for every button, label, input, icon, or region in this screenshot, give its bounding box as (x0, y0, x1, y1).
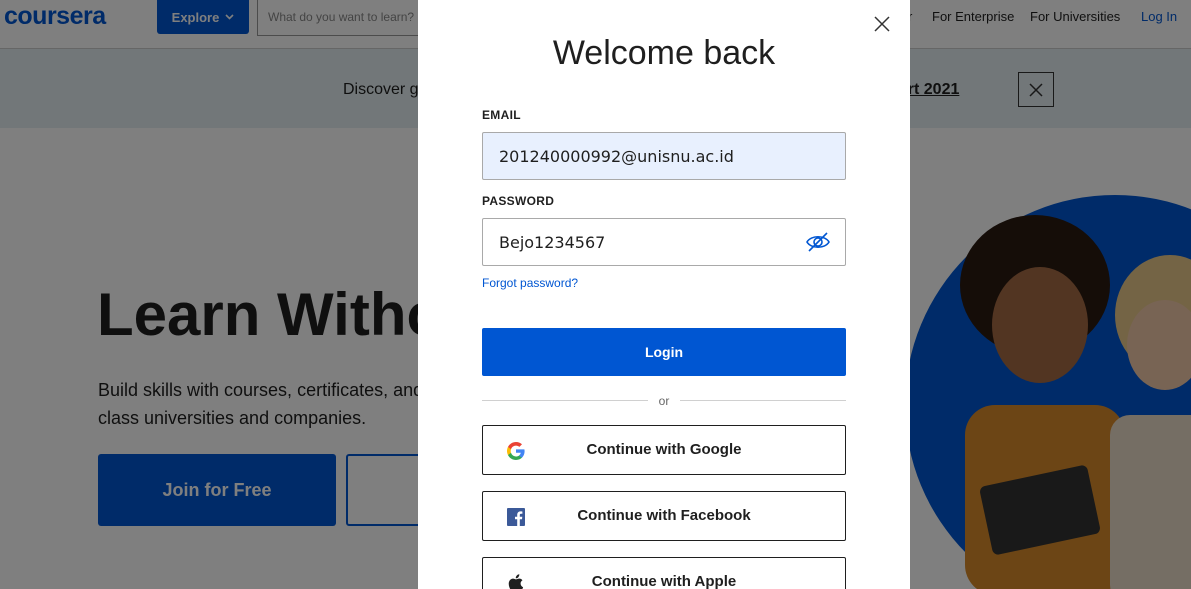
continue-with-google-button[interactable]: Continue with Google (482, 425, 846, 475)
eye-slash-icon[interactable] (805, 229, 831, 255)
apple-button-label: Continue with Apple (591, 573, 737, 589)
email-label: EMAIL (482, 108, 521, 122)
email-field[interactable] (482, 132, 846, 180)
password-field[interactable] (482, 218, 846, 266)
modal-title: Welcome back (552, 34, 776, 72)
continue-with-facebook-button[interactable]: Continue with Facebook (482, 491, 846, 541)
close-icon[interactable] (870, 12, 894, 36)
continue-with-apple-button[interactable]: Continue with Apple (482, 557, 846, 589)
login-modal: Welcome back EMAIL PASSWORD Forgot passw… (418, 0, 910, 589)
or-divider: or (482, 392, 846, 410)
google-button-label: Continue with Google (586, 441, 742, 458)
login-button[interactable]: Login (482, 328, 846, 376)
forgot-password-link[interactable]: Forgot password? (482, 276, 578, 290)
password-label: PASSWORD (482, 194, 555, 208)
divider-text: or (658, 394, 670, 408)
facebook-button-label: Continue with Facebook (577, 507, 751, 524)
